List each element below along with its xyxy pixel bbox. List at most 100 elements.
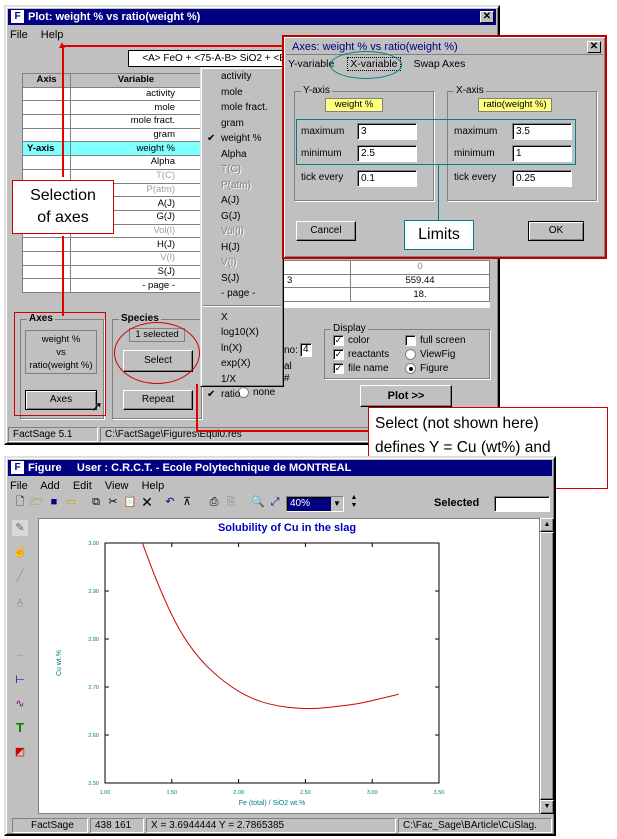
- selected-label: Selected: [434, 497, 480, 509]
- x-variable-highlight-ellipse: [330, 51, 402, 79]
- variable-row[interactable]: gram: [22, 127, 202, 143]
- menu-item[interactable]: ✔ weight %: [201, 131, 283, 147]
- cut-icon[interactable]: ✂: [105, 494, 121, 510]
- x-axis-label: Fe (total) / SiO2 wt.%: [239, 800, 306, 807]
- zoom-in-icon[interactable]: 🔍: [250, 494, 266, 510]
- menu-item[interactable]: T(C): [201, 162, 283, 178]
- checkmark-icon: ✔: [207, 389, 216, 400]
- menu-add[interactable]: Add: [40, 480, 60, 492]
- repeat-button[interactable]: Repeat: [123, 390, 193, 410]
- y-axis-label: Cu wt.%: [56, 650, 63, 676]
- figure-menubar: File Add Edit View Help: [10, 478, 174, 494]
- dotted-line-tool-icon[interactable]: ┄: [12, 648, 28, 664]
- close-button[interactable]: ✕: [587, 41, 601, 53]
- scroll-up-button[interactable]: ▲: [540, 518, 554, 532]
- menu-y-variable[interactable]: Y-variable: [288, 58, 334, 70]
- arrow-up-icon: ▲: [57, 40, 67, 51]
- line-tool-icon[interactable]: ╱: [12, 568, 28, 584]
- menu-item[interactable]: G(J): [201, 209, 283, 225]
- menu-file[interactable]: File: [10, 480, 28, 492]
- menu-item[interactable]: H(J): [201, 240, 283, 256]
- plot-window-titlebar: F Plot: weight % vs ratio(weight %) ✕: [8, 9, 496, 25]
- print-preview-icon[interactable]: ⎘: [223, 494, 239, 510]
- display-viewfig-radio[interactable]: ViewFig: [405, 349, 455, 360]
- menu-item[interactable]: Alpha: [201, 147, 283, 163]
- save-icon[interactable]: ■: [46, 494, 62, 510]
- menu-item[interactable]: 1/X: [201, 372, 283, 388]
- fig-status-coords: 438 161: [90, 818, 144, 833]
- cancel-button[interactable]: Cancel: [296, 221, 356, 241]
- arrow-tool-icon[interactable]: ⊢: [12, 672, 28, 688]
- menu-file[interactable]: File: [10, 29, 28, 41]
- folder-icon[interactable]: ▭: [63, 494, 79, 510]
- menu-item[interactable]: log10(X): [201, 325, 283, 341]
- display-filename-checkbox[interactable]: ✓ file name: [333, 363, 389, 374]
- factsage-app-icon: F: [11, 461, 24, 474]
- menu-item[interactable]: Vol(l): [201, 224, 283, 240]
- checkmark-icon: ✔: [207, 133, 216, 144]
- display-reactants-checkbox[interactable]: ✓ reactants: [333, 349, 389, 360]
- ok-button[interactable]: OK: [528, 221, 584, 241]
- menu-item[interactable]: - page -: [201, 286, 283, 302]
- text-tool-icon[interactable]: T: [12, 720, 28, 736]
- variable-row[interactable]: mole: [22, 100, 202, 116]
- close-button[interactable]: ✕: [480, 11, 494, 23]
- zoom-select[interactable]: 40% ▼: [286, 496, 344, 512]
- no-input[interactable]: 4: [300, 343, 312, 357]
- menu-item[interactable]: mole fract.: [201, 100, 283, 116]
- copy-icon[interactable]: ⧉: [88, 494, 104, 510]
- curve-tool-icon[interactable]: ∿: [12, 696, 28, 712]
- display-group: Display ✓ color full screen ✓ reactants Vi…: [324, 323, 490, 379]
- y-tick-input[interactable]: 0.1: [357, 170, 417, 187]
- open-folder-icon[interactable]: 🗁: [29, 494, 45, 510]
- menu-item[interactable]: exp(X): [201, 356, 283, 372]
- menu-item[interactable]: S(J): [201, 271, 283, 287]
- menu-item[interactable]: V(l): [201, 255, 283, 271]
- zoom-fit-icon[interactable]: ⤢: [267, 494, 283, 510]
- menu-item[interactable]: ✔ ratio: [201, 387, 283, 403]
- menu-item[interactable]: ln(X): [201, 341, 283, 357]
- pointer-tool-icon[interactable]: ☝: [12, 544, 28, 560]
- spin-icon[interactable]: ▲ ▼: [346, 494, 362, 510]
- delete-icon[interactable]: ✕: [139, 494, 155, 510]
- variable-row[interactable]: - page -: [22, 278, 202, 293]
- undo-icon[interactable]: ↶: [162, 494, 178, 510]
- variable-row[interactable]: S(J): [22, 264, 202, 280]
- menu-item[interactable]: P(atm): [201, 178, 283, 194]
- menu-item[interactable]: X: [201, 310, 283, 326]
- limits-callout: Limits: [404, 220, 474, 250]
- display-color-checkbox[interactable]: ✓ color: [333, 335, 370, 346]
- menu-item[interactable]: A(J): [201, 193, 283, 209]
- shapes-tool-icon[interactable]: ◩: [12, 744, 28, 760]
- pencil-tool-icon[interactable]: ✎: [12, 520, 28, 536]
- variable-row[interactable]: V(l): [22, 250, 202, 266]
- variable-row[interactable]: Alpha: [22, 155, 202, 170]
- print-icon[interactable]: ⎙: [206, 494, 222, 510]
- vertical-scrollbar[interactable]: ▲ ▼: [540, 518, 554, 814]
- fig-status-xy: X = 3.6944444 Y = 2.7865385: [146, 818, 396, 833]
- text-box-tool-icon[interactable]: A̲: [12, 594, 28, 610]
- variable-row[interactable]: mole fract.: [22, 114, 202, 129]
- display-fullscreen-checkbox[interactable]: full screen: [405, 335, 466, 346]
- variable-row[interactable]: activity: [22, 86, 202, 102]
- scroll-down-button[interactable]: ▼: [540, 800, 554, 814]
- menu-item[interactable]: activity: [201, 69, 283, 85]
- align-icon[interactable]: ⊼: [179, 494, 195, 510]
- new-file-icon[interactable]: 🗋: [12, 494, 28, 510]
- menu-item[interactable]: mole: [201, 85, 283, 101]
- no-label: no:: [284, 345, 298, 356]
- menu-edit[interactable]: Edit: [73, 480, 92, 492]
- variable-row[interactable]: H(J): [22, 237, 202, 252]
- variable-row[interactable]: Y-axis weight %: [22, 141, 202, 157]
- menu-swap-axes[interactable]: Swap Axes: [413, 58, 465, 70]
- value-cell: 559.44: [350, 273, 490, 289]
- plot-button[interactable]: Plot >>: [360, 385, 452, 407]
- display-figure-radio[interactable]: Figure: [405, 363, 448, 374]
- menu-view[interactable]: View: [105, 480, 129, 492]
- scroll-thumb[interactable]: [540, 532, 554, 800]
- paste-icon[interactable]: 📋: [122, 494, 138, 510]
- menu-help[interactable]: Help: [142, 480, 165, 492]
- menu-item[interactable]: gram: [201, 116, 283, 132]
- y-axis-group-label: Y-axis: [301, 85, 332, 96]
- x-tick-input[interactable]: 0.25: [512, 170, 572, 187]
